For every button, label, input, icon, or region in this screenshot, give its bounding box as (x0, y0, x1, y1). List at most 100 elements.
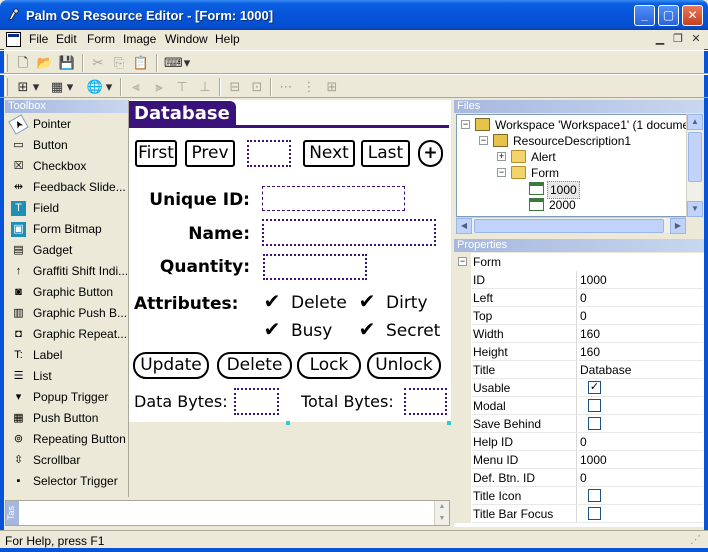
copy-icon[interactable]: ⎘ (110, 54, 128, 72)
toolbox-item[interactable]: ▪ Selector Trigger (5, 471, 127, 492)
toolbar-grip[interactable] (5, 78, 8, 96)
tas-scrollbar[interactable]: ▲ ▼ (434, 501, 449, 525)
add-record-button[interactable]: + (418, 140, 443, 167)
attributes-label[interactable]: Attributes: (134, 294, 238, 314)
property-value[interactable]: 0 (578, 307, 703, 325)
property-value[interactable]: 1000 (578, 451, 703, 469)
tas-caption[interactable]: Tas (6, 501, 19, 525)
toolbox-item[interactable]: ▭ Button (5, 135, 127, 156)
collapse-icon[interactable]: − (479, 136, 488, 145)
minimize-button[interactable]: _ (634, 5, 655, 26)
name-field[interactable] (262, 219, 436, 246)
collapse-icon[interactable]: − (458, 257, 467, 266)
chevron-down-icon[interactable]: ▾ (104, 78, 114, 96)
property-row[interactable]: Title Database (454, 361, 704, 379)
expand-icon[interactable]: + (497, 152, 506, 161)
scroll-down-icon[interactable]: ▼ (687, 201, 703, 217)
name-label[interactable]: Name: (129, 224, 250, 244)
toolbox-item[interactable]: T Field (5, 198, 127, 219)
toolbox-item[interactable]: ◘ Graphic Repeat... (5, 324, 127, 345)
toolbox-item[interactable]: ↑ Graffiti Shift Indi... (5, 261, 127, 282)
property-value[interactable]: 160 (578, 325, 703, 343)
property-row[interactable]: Save Behind (454, 415, 704, 433)
unique-id-field[interactable] (262, 186, 405, 211)
form-layout-icon[interactable]: ⊞ (14, 78, 32, 96)
mdi-restore-icon[interactable]: ❐ (670, 32, 686, 46)
menu-window[interactable]: Window (160, 32, 213, 46)
scroll-down-icon[interactable]: ▼ (435, 513, 449, 525)
align-top-icon[interactable]: ⊤ (173, 78, 191, 96)
toolbox-item[interactable]: ◙ Graphic Button (5, 282, 127, 303)
property-row[interactable]: Width 160 (454, 325, 704, 343)
files-vertical-scrollbar[interactable]: ▲ ▼ (686, 114, 703, 217)
property-value[interactable]: 0 (578, 433, 703, 451)
unchecked-checkbox-icon[interactable] (588, 507, 601, 521)
data-bytes-field[interactable] (234, 388, 279, 415)
next-button[interactable]: Next (303, 140, 355, 167)
scroll-thumb[interactable] (688, 132, 702, 182)
toolbox-item[interactable]: ⇳ Scrollbar (5, 450, 127, 471)
toolbox-caption[interactable]: Toolbox (5, 100, 128, 113)
scroll-right-icon[interactable]: ▶ (670, 218, 686, 234)
property-row[interactable]: Def. Btn. ID 0 (454, 469, 704, 487)
unchecked-checkbox-icon[interactable] (588, 417, 601, 431)
property-row[interactable]: Left 0 (454, 289, 704, 307)
dirty-checkbox[interactable]: ✔ (358, 292, 376, 312)
files-horizontal-scrollbar[interactable]: ◀ ▶ (456, 217, 686, 234)
toolbox-item[interactable]: ⊚ Repeating Button (5, 429, 127, 450)
files-caption[interactable]: Files (454, 100, 704, 113)
unlock-button[interactable]: Unlock (367, 352, 441, 379)
menu-image[interactable]: Image (118, 32, 161, 46)
center-vertical-icon[interactable]: ⊟ (226, 78, 244, 96)
total-bytes-field[interactable] (404, 388, 447, 415)
mdi-minimize-icon[interactable]: ▁ (652, 32, 668, 46)
tree-node[interactable]: + Alert (457, 149, 687, 165)
menu-file[interactable]: File (24, 32, 53, 46)
property-row[interactable]: Title Bar Focus (454, 505, 704, 523)
property-row[interactable]: Usable ✓ (454, 379, 704, 397)
property-row[interactable]: ID 1000 (454, 271, 704, 289)
property-row[interactable]: Help ID 0 (454, 433, 704, 451)
device-icon[interactable]: ⌨ (164, 54, 183, 72)
update-button[interactable]: Update (133, 352, 209, 379)
property-value[interactable]: 0 (578, 289, 703, 307)
checked-checkbox-icon[interactable]: ✓ (588, 381, 601, 395)
toolbox-item[interactable]: ☒ Checkbox (5, 156, 127, 177)
total-bytes-label[interactable]: Total Bytes: (301, 392, 394, 411)
toolbox-item[interactable]: ▥ Graphic Push B... (5, 303, 127, 324)
resize-handle[interactable] (447, 421, 451, 425)
properties-grid[interactable]: − Form ID 1000 Left 0 Top 0 Width 160 Height 160 T… (454, 253, 704, 527)
toolbox-item[interactable]: ▾ Popup Trigger (5, 387, 127, 408)
form-title[interactable]: Database (129, 101, 236, 127)
globe-icon[interactable]: 🌐 (86, 78, 104, 96)
maximize-button[interactable]: ▢ (658, 5, 679, 26)
title-bar[interactable]: Palm OS Resource Editor - [Form: 1000] _… (0, 0, 708, 30)
property-row[interactable]: Title Icon (454, 487, 704, 505)
menu-help[interactable]: Help (210, 32, 245, 46)
tree-node[interactable]: 1000 (457, 181, 687, 199)
space-down-icon[interactable]: ⋮ (300, 78, 318, 96)
chevron-down-icon[interactable]: ▾ (65, 78, 75, 96)
grid-icon[interactable]: ⊞ (323, 78, 341, 96)
tree-node[interactable]: − ResourceDescription1 (457, 133, 687, 149)
record-position-field[interactable] (247, 140, 291, 167)
delete-button[interactable]: Delete (217, 352, 292, 379)
unchecked-checkbox-icon[interactable] (588, 489, 601, 503)
first-button[interactable]: First (135, 140, 177, 167)
resize-handle[interactable] (286, 421, 290, 425)
tree-node[interactable]: − Form (457, 165, 687, 181)
scroll-up-icon[interactable]: ▲ (435, 501, 449, 513)
property-value[interactable]: 160 (578, 343, 703, 361)
scroll-thumb[interactable] (474, 219, 664, 233)
resize-grip-icon[interactable]: ⋰ (690, 533, 701, 546)
chevron-down-icon[interactable]: ▾ (182, 54, 192, 72)
toolbox-item[interactable]: ⇹ Feedback Slide... (5, 177, 127, 198)
center-horizontal-icon[interactable]: ⊡ (248, 78, 266, 96)
collapse-icon[interactable]: − (497, 168, 506, 177)
property-row[interactable]: Height 160 (454, 343, 704, 361)
file-tree[interactable]: − Workspace 'Workspace1' (1 document − Reso… (456, 114, 688, 217)
property-checkbox-cell[interactable] (578, 487, 703, 505)
quantity-field[interactable] (263, 254, 367, 280)
align-bottom-icon[interactable]: ⊥ (196, 78, 214, 96)
quantity-label[interactable]: Quantity: (129, 257, 250, 277)
